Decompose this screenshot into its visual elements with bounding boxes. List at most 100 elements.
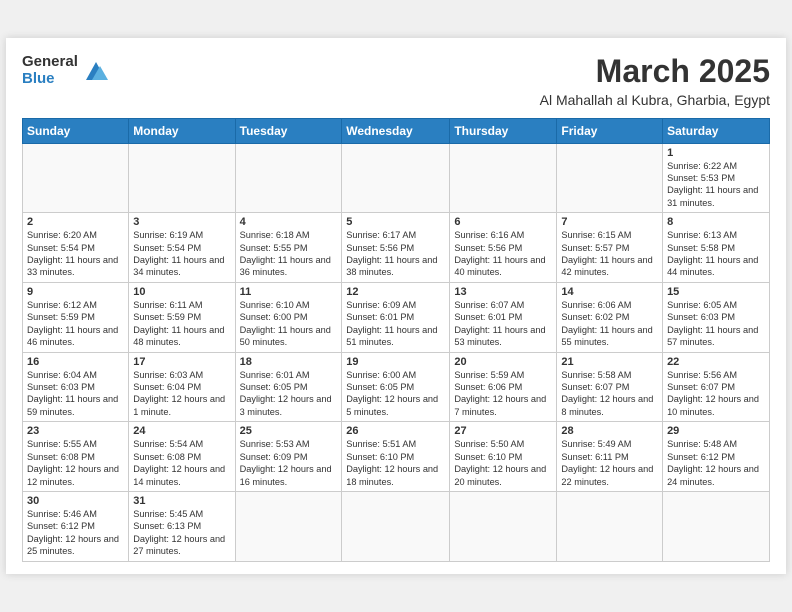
weekday-saturday: Saturday xyxy=(663,118,770,143)
day-number: 11 xyxy=(240,286,338,298)
day-number: 6 xyxy=(454,216,552,228)
calendar-body: 1Sunrise: 6:22 AM Sunset: 5:53 PM Daylig… xyxy=(23,143,770,561)
day-cell: 22Sunrise: 5:56 AM Sunset: 6:07 PM Dayli… xyxy=(663,352,770,422)
day-number: 10 xyxy=(133,286,230,298)
week-row-5: 30Sunrise: 5:46 AM Sunset: 6:12 PM Dayli… xyxy=(23,491,770,561)
day-cell xyxy=(23,143,129,213)
day-number: 24 xyxy=(133,425,230,437)
day-cell: 30Sunrise: 5:46 AM Sunset: 6:12 PM Dayli… xyxy=(23,491,129,561)
day-number: 12 xyxy=(346,286,445,298)
day-cell: 21Sunrise: 5:58 AM Sunset: 6:07 PM Dayli… xyxy=(557,352,663,422)
day-cell: 27Sunrise: 5:50 AM Sunset: 6:10 PM Dayli… xyxy=(450,422,557,492)
day-cell: 25Sunrise: 5:53 AM Sunset: 6:09 PM Dayli… xyxy=(235,422,342,492)
day-number: 17 xyxy=(133,356,230,368)
day-cell: 6Sunrise: 6:16 AM Sunset: 5:56 PM Daylig… xyxy=(450,213,557,283)
day-cell: 13Sunrise: 6:07 AM Sunset: 6:01 PM Dayli… xyxy=(450,282,557,352)
week-row-1: 2Sunrise: 6:20 AM Sunset: 5:54 PM Daylig… xyxy=(23,213,770,283)
week-row-0: 1Sunrise: 6:22 AM Sunset: 5:53 PM Daylig… xyxy=(23,143,770,213)
day-cell xyxy=(450,491,557,561)
day-cell xyxy=(342,143,450,213)
day-number: 3 xyxy=(133,216,230,228)
day-cell: 23Sunrise: 5:55 AM Sunset: 6:08 PM Dayli… xyxy=(23,422,129,492)
day-number: 26 xyxy=(346,425,445,437)
day-cell: 3Sunrise: 6:19 AM Sunset: 5:54 PM Daylig… xyxy=(129,213,235,283)
calendar-container: General Blue March 2025 Al Mahallah al K… xyxy=(6,38,786,573)
day-cell: 12Sunrise: 6:09 AM Sunset: 6:01 PM Dayli… xyxy=(342,282,450,352)
location-title: Al Mahallah al Kubra, Gharbia, Egypt xyxy=(110,92,770,108)
calendar-header-row: SundayMondayTuesdayWednesdayThursdayFrid… xyxy=(23,118,770,143)
day-number: 23 xyxy=(27,425,124,437)
day-info: Sunrise: 5:58 AM Sunset: 6:07 PM Dayligh… xyxy=(561,369,658,419)
day-info: Sunrise: 6:13 AM Sunset: 5:58 PM Dayligh… xyxy=(667,229,765,279)
day-cell: 9Sunrise: 6:12 AM Sunset: 5:59 PM Daylig… xyxy=(23,282,129,352)
day-cell xyxy=(235,491,342,561)
day-info: Sunrise: 6:22 AM Sunset: 5:53 PM Dayligh… xyxy=(667,160,765,210)
day-info: Sunrise: 5:48 AM Sunset: 6:12 PM Dayligh… xyxy=(667,438,765,488)
weekday-tuesday: Tuesday xyxy=(235,118,342,143)
weekday-monday: Monday xyxy=(129,118,235,143)
day-number: 16 xyxy=(27,356,124,368)
day-number: 7 xyxy=(561,216,658,228)
day-cell: 20Sunrise: 5:59 AM Sunset: 6:06 PM Dayli… xyxy=(450,352,557,422)
day-number: 19 xyxy=(346,356,445,368)
day-info: Sunrise: 6:17 AM Sunset: 5:56 PM Dayligh… xyxy=(346,229,445,279)
day-number: 21 xyxy=(561,356,658,368)
week-row-2: 9Sunrise: 6:12 AM Sunset: 5:59 PM Daylig… xyxy=(23,282,770,352)
day-number: 31 xyxy=(133,495,230,507)
day-number: 13 xyxy=(454,286,552,298)
day-cell xyxy=(235,143,342,213)
day-info: Sunrise: 6:06 AM Sunset: 6:02 PM Dayligh… xyxy=(561,299,658,349)
day-number: 15 xyxy=(667,286,765,298)
logo: General Blue xyxy=(22,54,110,87)
day-info: Sunrise: 6:05 AM Sunset: 6:03 PM Dayligh… xyxy=(667,299,765,349)
day-cell: 2Sunrise: 6:20 AM Sunset: 5:54 PM Daylig… xyxy=(23,213,129,283)
day-info: Sunrise: 5:49 AM Sunset: 6:11 PM Dayligh… xyxy=(561,438,658,488)
day-cell: 19Sunrise: 6:00 AM Sunset: 6:05 PM Dayli… xyxy=(342,352,450,422)
day-number: 5 xyxy=(346,216,445,228)
day-info: Sunrise: 6:16 AM Sunset: 5:56 PM Dayligh… xyxy=(454,229,552,279)
day-number: 4 xyxy=(240,216,338,228)
day-info: Sunrise: 6:19 AM Sunset: 5:54 PM Dayligh… xyxy=(133,229,230,279)
logo-blue-text: Blue xyxy=(22,71,78,88)
day-info: Sunrise: 5:51 AM Sunset: 6:10 PM Dayligh… xyxy=(346,438,445,488)
day-info: Sunrise: 6:09 AM Sunset: 6:01 PM Dayligh… xyxy=(346,299,445,349)
day-number: 2 xyxy=(27,216,124,228)
logo-general-text: General xyxy=(22,54,78,71)
day-info: Sunrise: 5:54 AM Sunset: 6:08 PM Dayligh… xyxy=(133,438,230,488)
calendar-table: SundayMondayTuesdayWednesdayThursdayFrid… xyxy=(22,118,770,562)
day-cell: 11Sunrise: 6:10 AM Sunset: 6:00 PM Dayli… xyxy=(235,282,342,352)
weekday-friday: Friday xyxy=(557,118,663,143)
day-cell: 31Sunrise: 5:45 AM Sunset: 6:13 PM Dayli… xyxy=(129,491,235,561)
month-title: March 2025 xyxy=(110,54,770,89)
day-number: 27 xyxy=(454,425,552,437)
day-cell xyxy=(129,143,235,213)
logo-icon xyxy=(82,58,110,86)
day-info: Sunrise: 6:20 AM Sunset: 5:54 PM Dayligh… xyxy=(27,229,124,279)
day-number: 9 xyxy=(27,286,124,298)
day-info: Sunrise: 5:50 AM Sunset: 6:10 PM Dayligh… xyxy=(454,438,552,488)
weekday-header-row: SundayMondayTuesdayWednesdayThursdayFrid… xyxy=(23,118,770,143)
day-number: 29 xyxy=(667,425,765,437)
weekday-thursday: Thursday xyxy=(450,118,557,143)
weekday-sunday: Sunday xyxy=(23,118,129,143)
day-cell xyxy=(450,143,557,213)
day-cell: 16Sunrise: 6:04 AM Sunset: 6:03 PM Dayli… xyxy=(23,352,129,422)
day-info: Sunrise: 5:59 AM Sunset: 6:06 PM Dayligh… xyxy=(454,369,552,419)
day-cell: 17Sunrise: 6:03 AM Sunset: 6:04 PM Dayli… xyxy=(129,352,235,422)
day-cell: 24Sunrise: 5:54 AM Sunset: 6:08 PM Dayli… xyxy=(129,422,235,492)
day-info: Sunrise: 5:46 AM Sunset: 6:12 PM Dayligh… xyxy=(27,508,124,558)
day-number: 30 xyxy=(27,495,124,507)
day-number: 8 xyxy=(667,216,765,228)
day-cell xyxy=(557,491,663,561)
day-info: Sunrise: 5:53 AM Sunset: 6:09 PM Dayligh… xyxy=(240,438,338,488)
day-info: Sunrise: 6:01 AM Sunset: 6:05 PM Dayligh… xyxy=(240,369,338,419)
day-info: Sunrise: 5:45 AM Sunset: 6:13 PM Dayligh… xyxy=(133,508,230,558)
day-info: Sunrise: 6:07 AM Sunset: 6:01 PM Dayligh… xyxy=(454,299,552,349)
day-cell: 5Sunrise: 6:17 AM Sunset: 5:56 PM Daylig… xyxy=(342,213,450,283)
day-cell: 29Sunrise: 5:48 AM Sunset: 6:12 PM Dayli… xyxy=(663,422,770,492)
day-info: Sunrise: 6:00 AM Sunset: 6:05 PM Dayligh… xyxy=(346,369,445,419)
day-cell: 1Sunrise: 6:22 AM Sunset: 5:53 PM Daylig… xyxy=(663,143,770,213)
week-row-3: 16Sunrise: 6:04 AM Sunset: 6:03 PM Dayli… xyxy=(23,352,770,422)
day-cell: 18Sunrise: 6:01 AM Sunset: 6:05 PM Dayli… xyxy=(235,352,342,422)
day-cell xyxy=(663,491,770,561)
